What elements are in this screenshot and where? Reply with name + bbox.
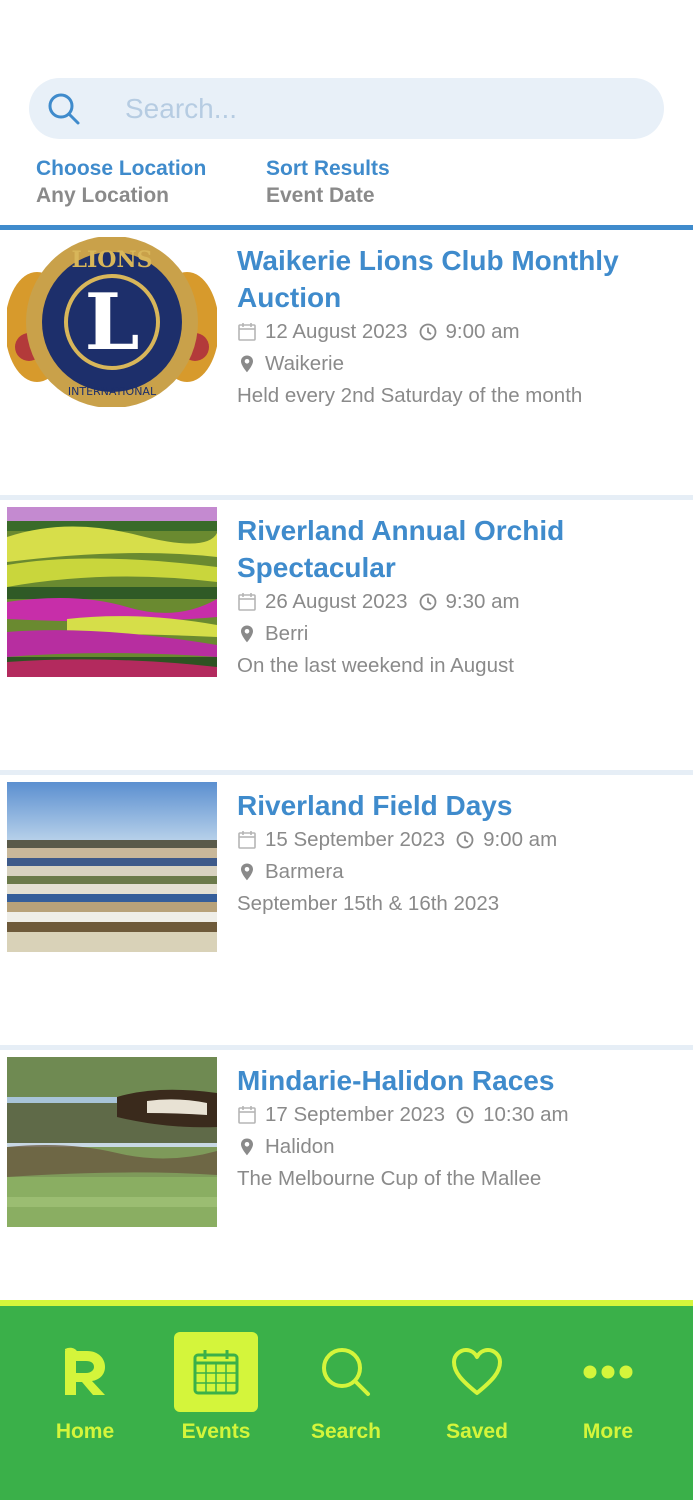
event-image-lions-logo: L LIONS INTERNATIONAL: [7, 237, 217, 407]
tab-more[interactable]: More: [566, 1326, 650, 1446]
clock-icon: [419, 593, 436, 611]
event-item[interactable]: Mindarie-Halidon Races 17 September 2023…: [0, 1050, 693, 1320]
calendar-icon: [174, 1332, 258, 1412]
tab-home[interactable]: Home: [43, 1326, 127, 1446]
event-list: L LIONS INTERNATIONAL Waikerie Lions Clu…: [0, 230, 693, 1320]
event-details: Riverland Annual Orchid Spectacular 26 A…: [237, 512, 677, 682]
event-datetime: 12 August 2023 9:00 am: [237, 316, 677, 348]
event-datetime: 26 August 2023 9:30 am: [237, 586, 677, 618]
tab-events-label: Events: [181, 1420, 251, 1443]
event-location: Halidon: [237, 1131, 677, 1163]
event-item[interactable]: Riverland Annual Orchid Spectacular 26 A…: [0, 500, 693, 770]
search-bar[interactable]: [29, 78, 664, 139]
event-location-name: Halidon: [265, 1135, 335, 1158]
search-icon: [48, 93, 80, 125]
event-location: Berri: [237, 618, 677, 650]
location-value: Any Location: [36, 184, 170, 207]
event-date: 17 September 2023: [265, 1103, 446, 1126]
international-word: INTERNATIONAL: [68, 385, 157, 398]
event-details: Mindarie-Halidon Races 17 September 2023…: [237, 1062, 677, 1195]
event-description: On the last weekend in August: [237, 654, 514, 677]
sort-value: Event Date: [266, 184, 375, 207]
tab-events[interactable]: Events: [174, 1326, 258, 1446]
calendar-icon: [238, 1106, 256, 1124]
event-item[interactable]: L LIONS INTERNATIONAL Waikerie Lions Clu…: [0, 230, 693, 495]
event-description: The Melbourne Cup of the Mallee: [237, 1167, 542, 1190]
event-time: 9:00 am: [445, 320, 520, 343]
event-details: Waikerie Lions Club Monthly Auction 12 A…: [237, 242, 677, 412]
sort-label: Sort Results: [266, 157, 390, 180]
search-input[interactable]: [125, 78, 645, 139]
search-icon: [304, 1332, 388, 1412]
sort-results-button[interactable]: Sort Results Event Date: [266, 155, 390, 209]
event-image-races: [7, 1057, 217, 1227]
event-item[interactable]: Riverland Field Days 15 September 2023 9…: [0, 775, 693, 1045]
heart-icon: [435, 1332, 519, 1412]
lions-word: LIONS: [72, 247, 153, 273]
event-description: Held every 2nd Saturday of the month: [237, 384, 583, 407]
event-location-name: Waikerie: [265, 352, 344, 375]
calendar-icon: [238, 831, 256, 849]
event-details: Riverland Field Days 15 September 2023 9…: [237, 787, 677, 920]
tab-saved-label: Saved: [446, 1420, 508, 1443]
calendar-icon: [238, 323, 256, 341]
location-label: Choose Location: [36, 157, 207, 180]
tab-search-label: Search: [310, 1420, 382, 1443]
tab-search[interactable]: Search: [304, 1326, 388, 1446]
event-location-name: Barmera: [265, 860, 344, 883]
event-title[interactable]: Waikerie Lions Club Monthly Auction: [237, 242, 677, 316]
event-datetime: 17 September 2023 10:30 am: [237, 1099, 677, 1131]
event-title[interactable]: Riverland Annual Orchid Spectacular: [237, 512, 677, 586]
event-image-field-days: [7, 782, 217, 952]
event-title[interactable]: Mindarie-Halidon Races: [237, 1062, 677, 1099]
calendar-icon: [238, 593, 256, 611]
filter-bar: Choose Location Any Location Sort Result…: [36, 155, 693, 215]
event-time: 9:30 am: [445, 590, 520, 613]
event-location: Barmera: [237, 856, 677, 888]
event-description: September 15th & 16th 2023: [237, 892, 500, 915]
clock-icon: [419, 323, 436, 341]
event-time: 9:00 am: [483, 828, 558, 851]
event-time: 10:30 am: [483, 1103, 569, 1126]
event-image-orchids: [7, 507, 217, 677]
tab-more-label: More: [582, 1420, 634, 1443]
r-logo-icon: [43, 1332, 127, 1412]
bottom-tab-bar: Home Events Search Saved More: [0, 1300, 693, 1500]
event-title[interactable]: Riverland Field Days: [237, 787, 677, 824]
clock-icon: [456, 1106, 474, 1124]
event-date: 15 September 2023: [265, 828, 446, 851]
location-pin-icon: [241, 1138, 253, 1156]
location-pin-icon: [241, 863, 253, 881]
event-date: 26 August 2023: [265, 590, 408, 613]
lions-letter: L: [85, 277, 140, 368]
clock-icon: [456, 831, 474, 849]
location-pin-icon: [241, 355, 253, 373]
event-location-name: Berri: [265, 622, 309, 645]
choose-location-button[interactable]: Choose Location Any Location: [36, 155, 206, 209]
tab-saved[interactable]: Saved: [435, 1326, 519, 1446]
event-datetime: 15 September 2023 9:00 am: [237, 824, 677, 856]
event-location: Waikerie: [237, 348, 677, 380]
location-pin-icon: [241, 625, 253, 643]
event-date: 12 August 2023: [265, 320, 408, 343]
more-dots-icon: [566, 1332, 650, 1412]
tab-home-label: Home: [55, 1420, 115, 1443]
